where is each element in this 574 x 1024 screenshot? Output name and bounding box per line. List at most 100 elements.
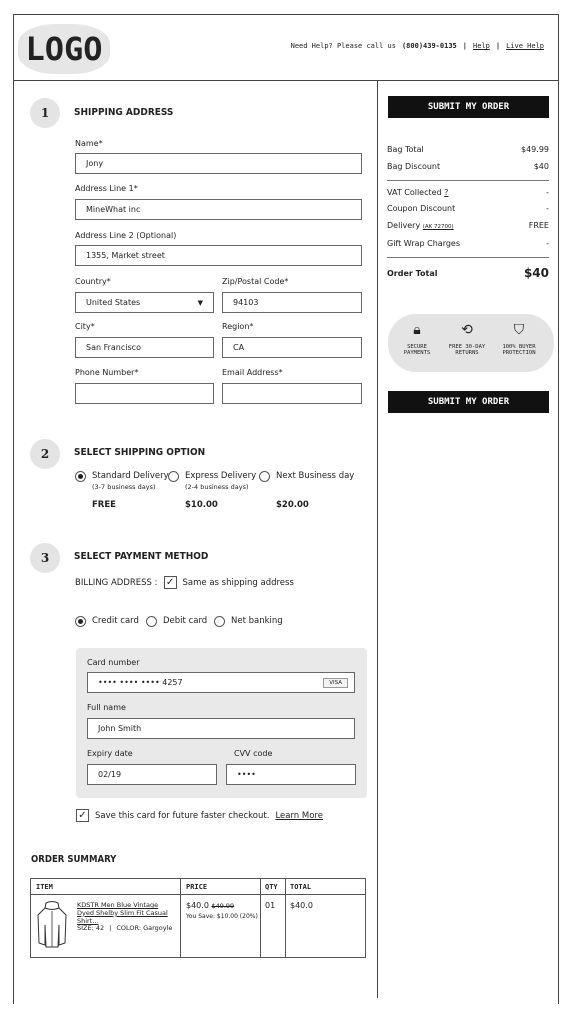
- country-select[interactable]: United States ▼: [75, 292, 214, 313]
- country-label: Country*: [75, 277, 111, 286]
- order-summary-table: ITEM PRICE QTY TOTAL KDSTR Men Blue Vint…: [30, 878, 366, 958]
- help-icon[interactable]: ?: [444, 188, 448, 197]
- check-icon[interactable]: ✓: [163, 576, 177, 589]
- coupon-label: Coupon Discount: [387, 204, 456, 213]
- zip-field[interactable]: 94103: [222, 292, 362, 313]
- help-text: Need Help? Please call us: [290, 42, 396, 50]
- product-price: $40.0 $49.99: [186, 901, 234, 910]
- shipping-option-standard[interactable]: Standard Delivery (3-7 business days): [75, 471, 169, 491]
- step-number-1: 1: [30, 98, 60, 128]
- shipping-option-title: SELECT SHIPPING OPTION: [74, 447, 206, 458]
- product-attributes: SIZE: 42 | COLOR: Gargoyle: [77, 924, 172, 932]
- full-name-label: Full name: [87, 703, 126, 712]
- same-as-shipping-label: Same as shipping address: [182, 577, 294, 588]
- phone-number: (800)439-0135: [401, 42, 457, 50]
- shield-icon: ⛉: [513, 322, 525, 338]
- shipping-option-next-day[interactable]: Next Business day: [259, 471, 354, 482]
- separator: |: [495, 42, 501, 50]
- badge-line: SECURE: [407, 343, 427, 350]
- column-divider: [377, 80, 378, 998]
- column-header-qty: QTY: [265, 883, 278, 891]
- coupon-value: -: [546, 204, 549, 213]
- free-returns-badge: ⟲ FREE 30-DAY RETURNS: [442, 322, 492, 357]
- submit-order-button[interactable]: SUBMIT MY ORDER: [388, 96, 549, 118]
- radio-unselected[interactable]: [168, 471, 179, 482]
- bag-total-value: $49.99: [521, 145, 549, 154]
- shipping-option-express[interactable]: Express Delivery (2-4 business days): [168, 471, 256, 491]
- card-number-field[interactable]: •••• •••• •••• 4257 VISA: [87, 672, 355, 693]
- logo[interactable]: LOGO: [18, 24, 110, 74]
- submit-order-button[interactable]: SUBMIT MY ORDER: [388, 391, 549, 413]
- trust-badges: 🔒︎ SECURE PAYMENTS ⟲ FREE 30-DAY RETURNS…: [388, 314, 554, 372]
- radio-unselected[interactable]: [214, 616, 225, 627]
- help-link[interactable]: Help: [473, 42, 490, 50]
- radio-unselected[interactable]: [146, 616, 157, 627]
- method-label: Credit card: [92, 616, 139, 626]
- price-next-day: $20.00: [276, 500, 309, 510]
- payment-method-credit[interactable]: Credit card: [75, 616, 139, 627]
- radio-selected[interactable]: [75, 616, 86, 627]
- expiry-label: Expiry date: [87, 749, 133, 758]
- order-total-row: Order Total $40: [387, 266, 549, 280]
- payment-method-netbanking[interactable]: Net banking: [214, 616, 283, 627]
- product-total: $40.0: [290, 901, 313, 910]
- product-image[interactable]: [36, 899, 68, 951]
- product-qty: 01: [265, 901, 276, 910]
- learn-more-link[interactable]: Learn More: [275, 811, 323, 821]
- city-field[interactable]: San Francisco: [75, 337, 214, 358]
- payment-method-title: SELECT PAYMENT METHOD: [74, 551, 209, 562]
- current-price: $40.0: [186, 901, 209, 910]
- product-name-link[interactable]: KDSTR Men Blue Vintage Dyed Shelby Slim …: [77, 901, 175, 925]
- live-help-link[interactable]: Live Help: [506, 42, 544, 50]
- name-field[interactable]: Jony: [75, 153, 362, 174]
- region-field[interactable]: CA: [222, 337, 362, 358]
- option-label: Next Business day: [276, 471, 355, 481]
- radio-unselected[interactable]: [259, 471, 270, 482]
- table-divider: [180, 879, 181, 957]
- phone-field[interactable]: [75, 383, 214, 404]
- badge-line: PROTECTION: [502, 350, 536, 357]
- bag-total-row: Bag Total $49.99: [387, 145, 549, 154]
- summary-divider: [387, 257, 549, 258]
- shipping-address-title: SHIPPING ADDRESS: [74, 107, 174, 118]
- badge-line: PAYMENTS: [403, 350, 431, 357]
- bag-total-label: Bag Total: [387, 145, 424, 154]
- vat-row: VAT Collected ? -: [387, 188, 549, 197]
- city-label: City*: [75, 322, 95, 331]
- address-line-1-field[interactable]: MineWhat inc: [75, 199, 362, 220]
- check-icon[interactable]: ✓: [76, 809, 89, 822]
- radio-selected[interactable]: [75, 471, 86, 482]
- full-name-field[interactable]: John Smith: [87, 718, 355, 739]
- badge-line: FREE 30-DAY: [448, 343, 486, 350]
- country-value: United States: [86, 298, 141, 307]
- address-line-2-field[interactable]: 1355, Market street: [75, 245, 362, 266]
- product-savings: You Save: $10.00 (20%): [186, 913, 258, 920]
- badge-line: RETURNS: [455, 350, 479, 357]
- order-summary-title: ORDER SUMMARY: [31, 854, 117, 865]
- expiry-field[interactable]: 02/19: [87, 764, 217, 785]
- option-label: Standard Delivery: [92, 471, 169, 481]
- address-line-2-label: Address Line 2 (Optional): [75, 231, 177, 240]
- summary-divider: [387, 180, 549, 181]
- save-card-row: ✓ Save this card for future faster check…: [76, 809, 323, 822]
- column-header-total: TOTAL: [290, 883, 312, 891]
- product-size: SIZE: 42: [77, 924, 105, 932]
- payment-method-debit[interactable]: Debit card: [146, 616, 207, 627]
- delivery-row: Delivery (AK 72700) FREE: [387, 221, 549, 230]
- delivery-code[interactable]: (AK 72700): [423, 224, 454, 230]
- option-label: Express Delivery: [185, 471, 257, 481]
- gift-wrap-value: -: [546, 239, 549, 248]
- header-divider: [13, 80, 559, 81]
- secure-payments-badge: 🔒︎ SECURE PAYMENTS: [392, 322, 442, 357]
- cvv-field[interactable]: ••••: [226, 764, 356, 785]
- old-price: $49.99: [211, 902, 235, 910]
- coupon-row: Coupon Discount -: [387, 204, 549, 213]
- column-header-item: ITEM: [36, 883, 53, 891]
- email-field[interactable]: [222, 383, 362, 404]
- delivery-label: Delivery (AK 72700): [387, 221, 454, 230]
- save-card-label: Save this card for future faster checkou…: [95, 810, 270, 821]
- help-bar: Need Help? Please call us (800)439-0135 …: [291, 42, 544, 50]
- chevron-down-icon: ▼: [197, 298, 203, 307]
- cvv-label: CVV code: [234, 749, 273, 758]
- product-color: COLOR: Gargoyle: [116, 924, 173, 932]
